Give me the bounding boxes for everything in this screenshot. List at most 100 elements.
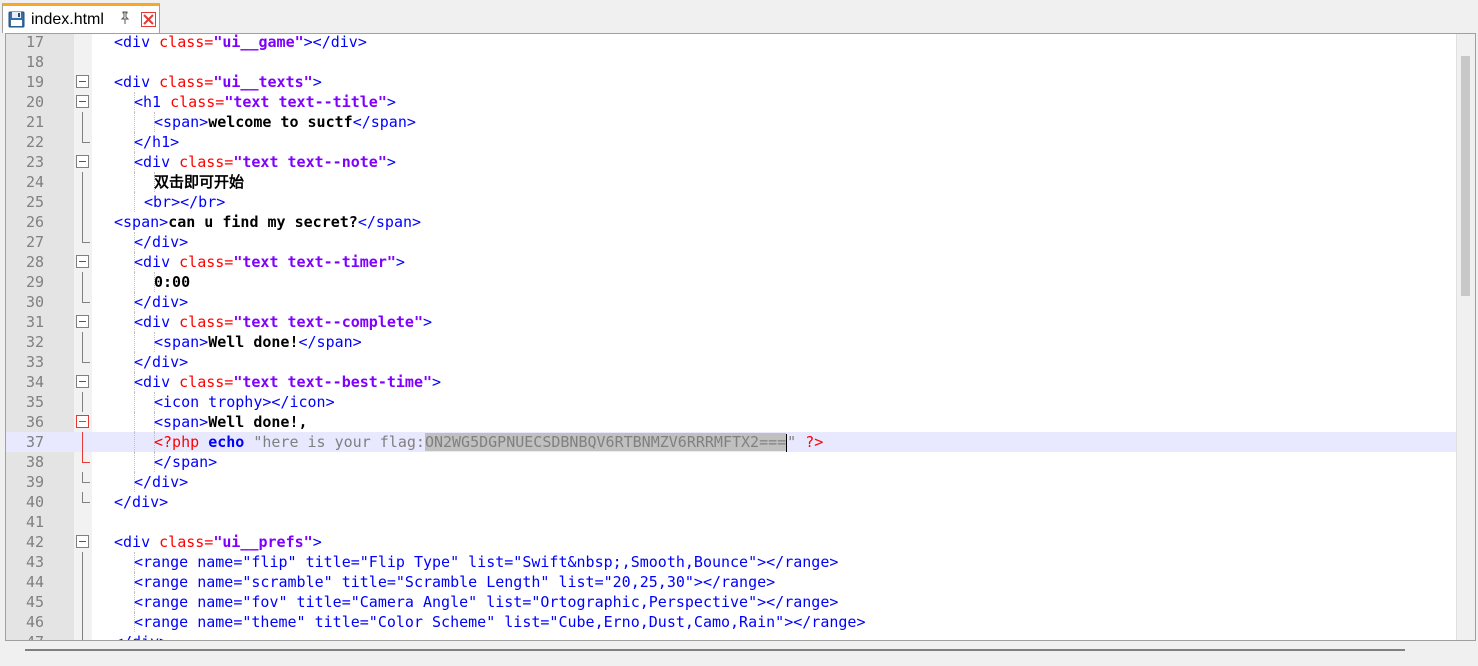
code-line[interactable]: 21 <span>welcome to suctf</span> (6, 112, 1456, 132)
code-text[interactable]: <div class="ui__prefs"> (114, 532, 322, 552)
code-token: <range name="theme" title="Color Scheme"… (134, 613, 866, 631)
fold-toggle-icon[interactable] (76, 75, 89, 88)
fold-toggle-icon[interactable] (76, 95, 89, 108)
code-line[interactable]: 42 <div class="ui__prefs"> (6, 532, 1456, 552)
fold-line (82, 592, 83, 612)
code-text[interactable]: </h1> (134, 132, 179, 152)
code-text[interactable]: </div> (134, 292, 188, 312)
fold-end (82, 492, 90, 503)
line-number: 17 (25, 33, 44, 51)
code-text[interactable]: <div class="text text--timer"> (134, 252, 405, 272)
code-line[interactable]: 20 <h1 class="text text--title"> (6, 92, 1456, 112)
code-text[interactable]: </div> (114, 492, 168, 512)
code-line[interactable]: 32 <span>Well done!</span> (6, 332, 1456, 352)
code-text[interactable]: <div class="text text--complete"> (134, 312, 432, 332)
code-text[interactable]: </div> (134, 472, 188, 492)
vertical-scrollbar[interactable] (1456, 34, 1475, 640)
code-line[interactable]: 27 </div> (6, 232, 1456, 252)
fold-line (82, 392, 83, 412)
code-text[interactable]: <span>Well done!, (154, 412, 308, 432)
code-text[interactable]: <range name="fov" title="Camera Angle" l… (134, 592, 838, 612)
code-text[interactable]: <icon trophy></icon> (154, 392, 335, 412)
code-line[interactable]: 29 0:00 (6, 272, 1456, 292)
code-text[interactable]: <range name="flip" title="Flip Type" lis… (134, 552, 838, 572)
code-text[interactable]: <h1 class="text text--title"> (134, 92, 396, 112)
fold-toggle-icon[interactable] (76, 375, 89, 388)
code-editor[interactable]: 17 <div class="ui__game"></div> 18 19 <div c… (5, 33, 1476, 641)
line-number: 40 (25, 493, 44, 511)
code-token: </div> (134, 293, 189, 311)
code-line[interactable]: 38 </span> (6, 452, 1456, 472)
code-line[interactable]: 46 <range name="theme" title="Color Schem… (6, 612, 1456, 632)
code-line[interactable]: 30 </div> (6, 292, 1456, 312)
code-line[interactable]: 33 </div> (6, 352, 1456, 372)
vertical-scroll-thumb[interactable] (1461, 56, 1470, 296)
code-line[interactable]: 37 <?php echo "here is your flag:ON2WG5DG… (6, 432, 1456, 452)
code-token: <range name="scramble" title="Scramble L… (134, 573, 776, 591)
line-number: 39 (25, 473, 44, 491)
code-line[interactable]: 41 (6, 512, 1456, 532)
code-text[interactable]: <br></br> (144, 192, 225, 212)
code-token: class= (179, 373, 234, 391)
code-line[interactable]: 39 </div> (6, 472, 1456, 492)
fold-line (82, 432, 83, 452)
fold-end (82, 452, 90, 463)
fold-toggle-icon[interactable] (76, 415, 89, 428)
code-text[interactable]: <range name="theme" title="Color Scheme"… (134, 612, 866, 632)
horizontal-scroll-thumb[interactable] (25, 649, 1405, 651)
code-line[interactable]: 34 <div class="text text--best-time"> (6, 372, 1456, 392)
code-text[interactable]: 0:00 (154, 272, 190, 292)
code-text[interactable]: </span> (154, 452, 217, 472)
code-line[interactable]: 35 <icon trophy></icon> (6, 392, 1456, 412)
code-text[interactable]: <span>can u find my secret?</span> (114, 212, 421, 232)
code-text[interactable]: <span>Well done!</span> (154, 332, 362, 352)
code-line[interactable]: 40 </div> (6, 492, 1456, 512)
code-text[interactable]: <div class="text text--best-time"> (134, 372, 441, 392)
code-line[interactable]: 43 <range name="flip" title="Flip Type" l… (6, 552, 1456, 572)
code-token: <span> (154, 333, 209, 351)
code-line[interactable]: 23 <div class="text text--note"> (6, 152, 1456, 172)
code-line[interactable]: 36 <span>Well done!, (6, 412, 1456, 432)
code-token: "text text--note" (233, 153, 387, 171)
code-text[interactable]: <div class="ui__texts"> (114, 72, 322, 92)
code-text[interactable]: <span>welcome to suctf</span> (154, 112, 416, 132)
fold-end (82, 472, 90, 483)
code-text[interactable]: </div> (114, 632, 168, 640)
line-number: 44 (25, 573, 44, 591)
code-text[interactable]: <div class="ui__game"></div> (114, 34, 367, 52)
tab-filename: index.html (31, 11, 104, 28)
code-line[interactable]: 47 </div> (6, 632, 1456, 640)
code-line[interactable]: 22 </h1> (6, 132, 1456, 152)
code-text[interactable]: <div class="text text--note"> (134, 152, 396, 172)
code-line[interactable]: 17 <div class="ui__game"></div> (6, 33, 1456, 52)
code-token: "text text--timer" (233, 253, 396, 271)
fold-toggle-icon[interactable] (76, 535, 89, 548)
fold-toggle-icon[interactable] (76, 315, 89, 328)
line-number: 35 (25, 393, 44, 411)
code-line[interactable]: 31 <div class="text text--complete"> (6, 312, 1456, 332)
fold-toggle-icon[interactable] (76, 255, 89, 268)
code-line[interactable]: 44 <range name="scramble" title="Scramble… (6, 572, 1456, 592)
code-text[interactable]: </div> (134, 352, 188, 372)
horizontal-scrollbar[interactable] (5, 641, 1476, 663)
code-text[interactable]: <?php echo "here is your flag:ON2WG5DGPN… (154, 432, 823, 452)
tab-index-html[interactable]: index.html (2, 3, 160, 33)
code-text[interactable]: <range name="scramble" title="Scramble L… (134, 572, 775, 592)
code-line[interactable]: 18 (6, 52, 1456, 72)
pin-icon[interactable] (117, 10, 133, 26)
line-number: 25 (25, 193, 44, 211)
close-icon[interactable] (141, 12, 156, 27)
code-token: </div> (134, 233, 189, 251)
code-line[interactable]: 45 <range name="fov" title="Camera Angle"… (6, 592, 1456, 612)
code-token: "here is your flag: (244, 433, 425, 451)
fold-toggle-icon[interactable] (76, 155, 89, 168)
code-line[interactable]: 19 <div class="ui__texts"> (6, 72, 1456, 92)
code-line[interactable]: 25 <br></br> (6, 192, 1456, 212)
line-number: 30 (25, 293, 44, 311)
code-text[interactable]: 双击即可开始 (154, 172, 244, 192)
code-text[interactable]: </div> (134, 232, 188, 252)
code-token: class= (159, 533, 214, 551)
code-line[interactable]: 26 <span>can u find my secret?</span> (6, 212, 1456, 232)
code-line[interactable]: 28 <div class="text text--timer"> (6, 252, 1456, 272)
code-line[interactable]: 24 双击即可开始 (6, 172, 1456, 192)
